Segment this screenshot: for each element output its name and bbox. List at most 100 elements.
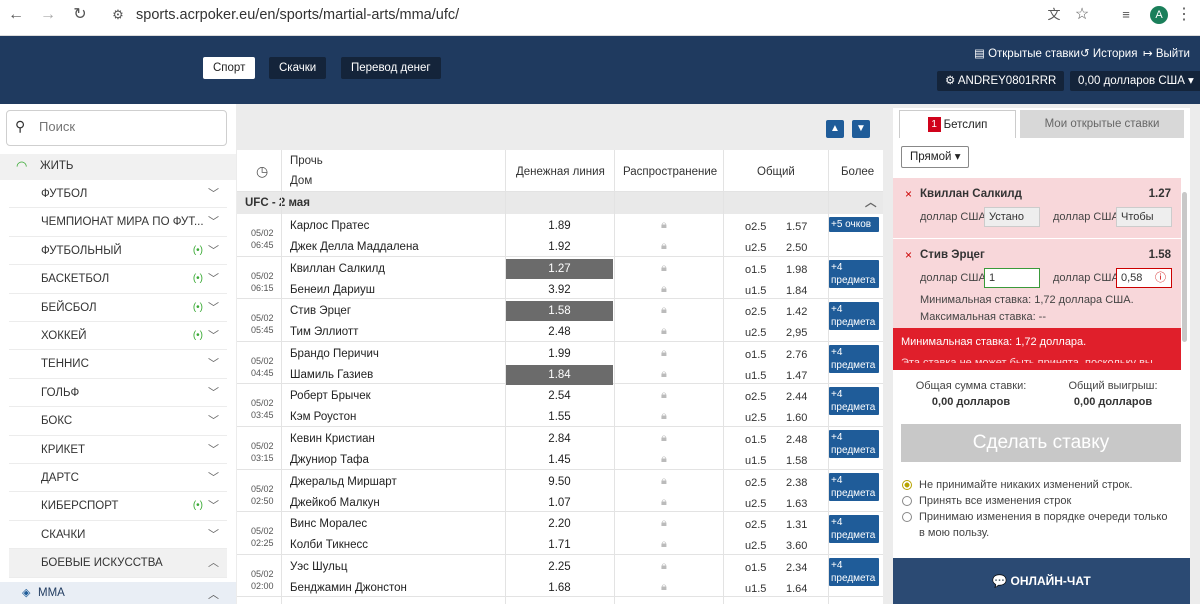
total-odds[interactable]: 2.34 [786,562,807,574]
total-odds[interactable]: 1.60 [786,412,807,424]
more-markets-button[interactable]: +4 предмета [829,344,879,373]
translate-icon[interactable]: 文 [1042,0,1066,30]
moneyline-home-button[interactable]: 1.07 [506,493,613,513]
sidebar-item[interactable]: ДАРТС ﹀ [9,464,227,493]
total-odds[interactable]: 2,95 [786,327,807,339]
total-odds[interactable]: 1.84 [786,285,807,297]
total-odds[interactable]: 1.98 [786,264,807,276]
total-odds[interactable]: 1.57 [786,221,807,233]
scroll-up-button[interactable]: ▲ [826,120,844,138]
more-markets-button[interactable]: +4 предмета [829,387,879,416]
sidebar-item[interactable]: БОКС ﹀ [9,407,227,436]
total-line[interactable]: u1.5 [745,583,766,595]
total-odds[interactable]: 2.50 [786,242,807,254]
search-input[interactable] [39,119,219,134]
moneyline-away-button[interactable]: 2.25 [506,557,613,577]
moneyline-home-button[interactable]: 3.92 [506,280,613,300]
history-link[interactable]: ↺ История [1080,46,1137,60]
win-input[interactable]: Чтобы [1116,207,1172,227]
logout-link[interactable]: ↦ Выйти [1143,46,1190,60]
stake-input[interactable]: Устано [984,207,1040,227]
sidebar-item[interactable]: БОЕВЫЕ ИСКУССТВА ︿ [9,549,227,578]
league-header[interactable]: UFC - 2 мая ︿ [237,192,883,214]
remove-selection-icon[interactable]: × [905,187,912,201]
total-line[interactable]: o2.5 [745,221,766,233]
total-line[interactable]: o2.5 [745,306,766,318]
stake-input[interactable]: 1 [984,268,1040,288]
moneyline-home-button[interactable]: 1.68 [506,578,613,598]
total-line[interactable]: o1.5 [745,349,766,361]
moneyline-home-button[interactable]: 1.55 [506,407,613,427]
moneyline-home-button[interactable]: 1.92 [506,237,613,257]
tab-betslip[interactable]: 1 Бетслип [899,110,1016,138]
media-icon[interactable]: ≡ [1114,0,1138,30]
balance-dropdown[interactable]: 0,00 долларов США ▾ [1070,71,1200,91]
search-box[interactable]: ⚲ [6,110,227,146]
bookmark-star-icon[interactable]: ☆ [1070,0,1094,30]
menu-icon[interactable]: ⋮ [1172,0,1196,30]
moneyline-home-button[interactable]: 2.48 [506,322,613,342]
moneyline-away-button[interactable]: 2.54 [506,386,613,406]
more-markets-button[interactable]: +5 очков [829,217,879,232]
address-bar[interactable]: sports.acrpoker.eu/en/sports/martial-art… [136,0,459,30]
sidebar-item[interactable]: ФУТБОЛЬНЫЙ (•) ﹀ [9,237,227,266]
bet-type-dropdown[interactable]: Прямой ▾ [901,146,970,168]
radio-accept-all[interactable] [902,496,912,506]
total-odds[interactable]: 1.63 [786,498,807,510]
total-line[interactable]: o2.5 [745,519,766,531]
sidebar-item[interactable]: ТЕННИС ﹀ [9,350,227,379]
place-bet-button[interactable]: Сделать ставку [901,424,1181,462]
moneyline-away-button[interactable]: 2.20 [506,514,613,534]
total-odds[interactable]: 3.60 [786,540,807,552]
total-line[interactable]: u2.5 [745,242,766,254]
total-line[interactable]: u1.5 [745,285,766,297]
avatar[interactable]: A [1150,6,1168,24]
sidebar-item[interactable]: ФУТБОЛ ﹀ [9,180,227,209]
more-markets-button[interactable]: +4 предмета [829,515,879,544]
moneyline-home-button[interactable]: 1.71 [506,535,613,555]
back-icon[interactable]: ← [4,0,28,30]
sidebar-item[interactable]: БЕЙСБОЛ (•) ﹀ [9,294,227,322]
remove-selection-icon[interactable]: × [905,248,912,262]
total-line[interactable]: o1.5 [745,434,766,446]
moneyline-away-button[interactable]: 1.99 [506,344,613,364]
nav-sport-button[interactable]: Спорт [203,57,256,79]
total-line[interactable]: u1.5 [745,370,766,382]
live-item[interactable]: ◠ ЖИТЬ [0,154,236,180]
tab-my-open-bets[interactable]: Мои открытые ставки [1020,110,1184,138]
radio-favorable-only[interactable] [902,512,912,522]
total-odds[interactable]: 2.76 [786,349,807,361]
more-markets-button[interactable]: +4 предмета [829,557,879,586]
sidebar-item[interactable]: ГОЛЬФ ﹀ [9,379,227,408]
nav-transfer-button[interactable]: Перевод денег [341,57,441,79]
reload-icon[interactable]: ↻ [68,0,92,30]
moneyline-away-button[interactable]: 2.84 [506,429,613,449]
site-info-icon[interactable]: ⚙ [106,0,130,30]
win-input[interactable]: 0,58 ⓘ [1116,268,1172,288]
total-line[interactable]: u2.5 [745,412,766,424]
total-odds[interactable]: 1.42 [786,306,807,318]
total-odds[interactable]: 2.44 [786,391,807,403]
total-odds[interactable]: 2.48 [786,434,807,446]
sidebar-item[interactable]: ЧЕМПИОНАТ МИРА ПО ФУТ... ﹀ [9,208,227,237]
nav-racing-button[interactable]: Скачки [269,57,327,79]
online-chat-button[interactable]: 💬 ОНЛАЙН-ЧАТ [893,558,1190,604]
more-markets-button[interactable]: +4 предмета [829,302,879,331]
sidebar-item[interactable]: КИБЕРСПОРТ (•) ﹀ [9,492,227,521]
total-line[interactable]: u1.5 [745,455,766,467]
total-line[interactable]: o1.5 [745,264,766,276]
scroll-down-button[interactable]: ▼ [852,120,870,138]
total-odds[interactable]: 1.64 [786,583,807,595]
total-line[interactable]: o1.5 [745,562,766,574]
radio-no-changes[interactable] [902,480,912,490]
open-bets-link[interactable]: ▤ Открытые ставки [974,46,1080,60]
slip-scrollbar[interactable] [1181,186,1187,369]
more-markets-button[interactable]: +4 предмета [829,259,879,288]
total-odds[interactable]: 1.31 [786,519,807,531]
account-button[interactable]: ⚙ ANDREY0801RRR [937,71,1065,91]
sidebar-item[interactable]: КРИКЕТ ﹀ [9,436,227,464]
total-line[interactable]: o2.5 [745,477,766,489]
moneyline-away-button[interactable]: 1.27 [506,258,613,279]
moneyline-home-button[interactable]: 1.45 [506,450,613,470]
total-line[interactable]: o2.5 [745,391,766,403]
